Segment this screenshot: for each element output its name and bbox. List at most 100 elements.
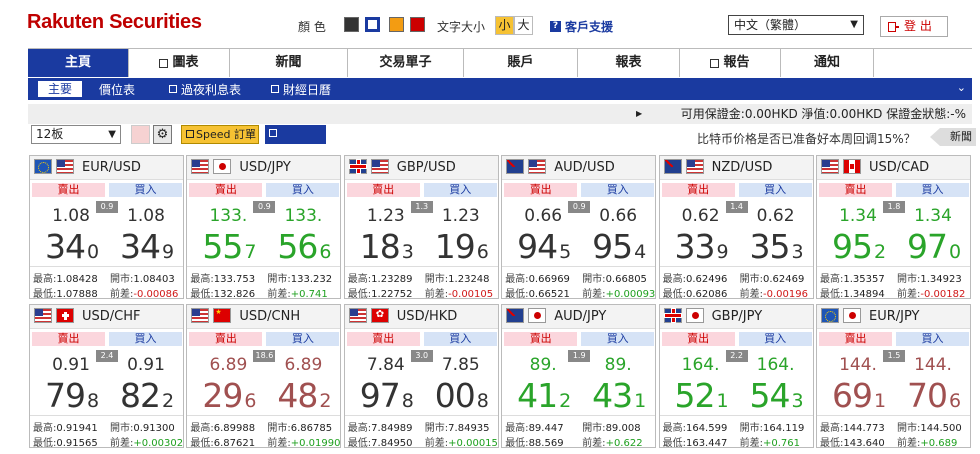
ask-price-head[interactable]: 89. xyxy=(586,355,650,375)
ask-price-head[interactable]: 7.85 xyxy=(429,355,493,375)
support-link[interactable]: ? 客戶支援 xyxy=(550,18,613,35)
color-swatch-dark[interactable] xyxy=(344,17,359,32)
sell-button[interactable]: 賣出 xyxy=(819,183,892,197)
sell-button[interactable]: 賣出 xyxy=(32,183,105,197)
bid-price-head[interactable]: 7.84 xyxy=(354,355,418,375)
sell-button[interactable]: 賣出 xyxy=(32,332,105,346)
subtab-calendar[interactable]: 財經日曆 xyxy=(271,81,331,98)
bid-price[interactable]: 97 8 xyxy=(352,376,422,415)
tab-news[interactable]: 新聞 xyxy=(230,49,348,77)
buy-button[interactable]: 買入 xyxy=(738,332,812,346)
board-select[interactable]: 12板 ▼ xyxy=(31,125,121,144)
buy-button[interactable]: 買入 xyxy=(109,183,182,197)
sell-button[interactable]: 賣出 xyxy=(661,332,735,346)
subtab-price-board[interactable]: 價位表 xyxy=(99,81,135,98)
tab-reports[interactable]: 報告 xyxy=(680,49,781,77)
font-large-button[interactable]: 大 xyxy=(514,16,533,35)
ask-price[interactable]: 56 6 xyxy=(269,227,339,266)
bid-price[interactable]: 33 9 xyxy=(667,227,737,266)
bid-price-head[interactable]: 133. xyxy=(196,206,260,226)
tab-orders[interactable]: 交易單子 xyxy=(348,49,464,77)
news-ticker[interactable]: 比特币价格是否已准备好本周回调15%？ xyxy=(697,130,916,147)
ask-price[interactable]: 95 4 xyxy=(584,227,654,266)
technavi-button[interactable]: TechNavi xyxy=(265,125,326,157)
settings-button[interactable]: ⚙ xyxy=(153,125,172,144)
ask-price-head[interactable]: 0.62 xyxy=(744,206,808,226)
bid-price[interactable]: 34 0 xyxy=(37,227,107,266)
bid-price[interactable]: 29 6 xyxy=(194,376,264,415)
tab-notifications[interactable]: 通知 xyxy=(781,49,874,77)
color-swatch-orange[interactable] xyxy=(389,17,404,32)
news-button[interactable]: 新聞 xyxy=(930,128,976,146)
ask-price[interactable]: 00 8 xyxy=(427,376,497,415)
sell-button[interactable]: 賣出 xyxy=(504,183,578,197)
ask-price[interactable]: 19 6 xyxy=(427,227,497,266)
sell-button[interactable]: 賣出 xyxy=(346,332,420,346)
color-swatch-blue[interactable] xyxy=(365,17,380,32)
tab-account[interactable]: 賬戶 xyxy=(464,49,578,77)
bid-price-head[interactable]: 1.08 xyxy=(39,206,103,226)
ask-price[interactable]: 82 2 xyxy=(112,376,182,415)
sell-button[interactable]: 賣出 xyxy=(346,183,420,197)
buy-button[interactable]: 買入 xyxy=(738,183,812,197)
speed-order-button[interactable]: Speed 訂單 xyxy=(181,125,259,144)
font-small-button[interactable]: 小 xyxy=(495,16,514,35)
ask-price-head[interactable]: 1.08 xyxy=(114,206,178,226)
bid-price-head[interactable]: 0.66 xyxy=(511,206,575,226)
bid-price-head[interactable]: 89. xyxy=(511,355,575,375)
bid-price[interactable]: 55 7 xyxy=(194,227,264,266)
sell-button[interactable]: 賣出 xyxy=(189,332,263,346)
ask-price[interactable]: 43 1 xyxy=(584,376,654,415)
buy-button[interactable]: 買入 xyxy=(896,332,969,346)
sell-button[interactable]: 賣出 xyxy=(661,183,735,197)
ask-price-head[interactable]: 133. xyxy=(271,206,335,226)
chevron-down-icon[interactable]: ⌄ xyxy=(957,81,966,94)
bid-price[interactable]: 69 1 xyxy=(824,376,894,415)
sell-button[interactable]: 賣出 xyxy=(819,332,892,346)
subtab-main[interactable]: 主要 xyxy=(38,81,83,97)
play-icon[interactable]: ▶ xyxy=(636,104,642,124)
bid-price-head[interactable]: 0.91 xyxy=(39,355,103,375)
subtab-swap[interactable]: 過夜利息表 xyxy=(169,81,241,98)
ask-price-head[interactable]: 0.91 xyxy=(114,355,178,375)
bid-price-head[interactable]: 1.23 xyxy=(354,206,418,226)
bid-price[interactable]: 52 1 xyxy=(667,376,737,415)
tab-home[interactable]: 主頁 xyxy=(28,49,129,77)
bid-price-head[interactable]: 6.89 xyxy=(196,355,260,375)
ask-price[interactable]: 97 0 xyxy=(899,227,969,266)
bid-price-head[interactable]: 144. xyxy=(826,355,890,375)
logout-button[interactable]: 登 出 xyxy=(880,16,948,37)
ask-price[interactable]: 54 3 xyxy=(742,376,812,415)
ask-price-head[interactable]: 164. xyxy=(744,355,808,375)
ask-price-head[interactable]: 1.34 xyxy=(901,206,965,226)
bid-price[interactable]: 41 2 xyxy=(509,376,579,415)
buy-button[interactable]: 買入 xyxy=(109,332,182,346)
language-select[interactable]: 中文（繁體） ▼ xyxy=(728,15,864,35)
ask-price-head[interactable]: 0.66 xyxy=(586,206,650,226)
buy-button[interactable]: 買入 xyxy=(581,183,655,197)
buy-button[interactable]: 買入 xyxy=(423,183,497,197)
buy-button[interactable]: 買入 xyxy=(423,332,497,346)
tab-chart[interactable]: 圖表 xyxy=(129,49,230,77)
bid-price[interactable]: 79 8 xyxy=(37,376,107,415)
ask-price-head[interactable]: 6.89 xyxy=(271,355,335,375)
buy-button[interactable]: 買入 xyxy=(266,183,340,197)
buy-button[interactable]: 買入 xyxy=(266,332,340,346)
ask-price[interactable]: 35 3 xyxy=(742,227,812,266)
tab-statements[interactable]: 報表 xyxy=(578,49,680,77)
ask-price-head[interactable]: 1.23 xyxy=(429,206,493,226)
bid-price[interactable]: 18 3 xyxy=(352,227,422,266)
ask-price-head[interactable]: 144. xyxy=(901,355,965,375)
sell-button[interactable]: 賣出 xyxy=(189,183,263,197)
color-swatch-red[interactable] xyxy=(410,17,425,32)
sell-button[interactable]: 賣出 xyxy=(504,332,578,346)
brand-logo[interactable]: Rakuten Securities xyxy=(27,11,202,34)
ask-price[interactable]: 48 2 xyxy=(269,376,339,415)
ask-price[interactable]: 70 6 xyxy=(899,376,969,415)
bid-price-head[interactable]: 1.34 xyxy=(826,206,890,226)
buy-button[interactable]: 買入 xyxy=(896,183,969,197)
bid-price[interactable]: 95 2 xyxy=(824,227,894,266)
bid-price-head[interactable]: 0.62 xyxy=(669,206,733,226)
lock-button[interactable] xyxy=(131,125,150,144)
buy-button[interactable]: 買入 xyxy=(581,332,655,346)
